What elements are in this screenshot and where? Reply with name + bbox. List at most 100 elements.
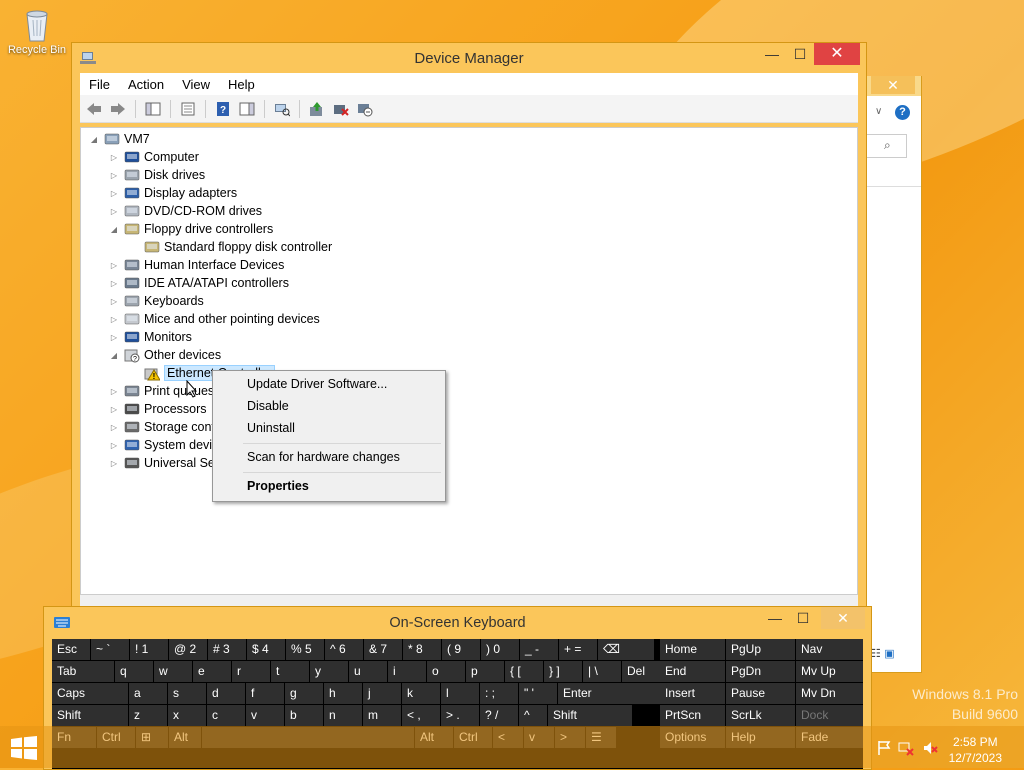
collapsed-arrow-icon[interactable]: ▷ bbox=[109, 333, 119, 342]
tree-node[interactable]: ◢? Other devices bbox=[109, 346, 221, 364]
menu-action[interactable]: Action bbox=[119, 77, 173, 92]
collapsed-arrow-icon[interactable]: ▷ bbox=[109, 261, 119, 270]
background-close-icon[interactable]: ✕ bbox=[871, 76, 915, 94]
device-manager-window[interactable]: Device Manager — ☐ ✕ File Action View He… bbox=[71, 42, 867, 614]
tree-node[interactable]: ▷ Mice and other pointing devices bbox=[109, 310, 320, 328]
menu-item-properties[interactable]: Properties bbox=[247, 479, 309, 493]
action-center-flag-icon[interactable] bbox=[876, 740, 892, 756]
osk-key[interactable]: d bbox=[207, 683, 245, 704]
osk-key[interactable]: s bbox=[168, 683, 206, 704]
osk-key[interactable]: a bbox=[129, 683, 167, 704]
tree-node[interactable]: ▷ DVD/CD-ROM drives bbox=[109, 202, 262, 220]
collapsed-arrow-icon[interactable]: ▷ bbox=[109, 207, 119, 216]
menu-view[interactable]: View bbox=[173, 77, 219, 92]
collapsed-arrow-icon[interactable]: ▷ bbox=[109, 441, 119, 450]
help-icon[interactable]: ? bbox=[895, 105, 910, 120]
osk-nav-key[interactable]: Dock bbox=[796, 705, 863, 726]
osk-key[interactable]: " ' bbox=[519, 683, 557, 704]
collapsed-arrow-icon[interactable]: ▷ bbox=[109, 387, 119, 396]
osk-key[interactable]: % 5 bbox=[286, 639, 324, 660]
chevron-down-icon[interactable]: ∨ bbox=[875, 106, 882, 117]
osk-key[interactable]: n bbox=[324, 705, 362, 726]
expanded-arrow-icon[interactable]: ◢ bbox=[109, 351, 119, 360]
osk-key[interactable]: ! 1 bbox=[130, 639, 168, 660]
osk-key[interactable]: y bbox=[310, 661, 348, 682]
osk-key[interactable]: e bbox=[193, 661, 231, 682]
action-pane-button[interactable] bbox=[237, 99, 257, 119]
tree-node[interactable]: ▷ IDE ATA/ATAPI controllers bbox=[109, 274, 289, 292]
osk-key[interactable]: i bbox=[388, 661, 426, 682]
view-toggle-icons[interactable]: ☷ ▣ bbox=[871, 646, 895, 660]
osk-key[interactable]: h bbox=[324, 683, 362, 704]
collapsed-arrow-icon[interactable]: ▷ bbox=[109, 315, 119, 324]
osk-key[interactable]: * 8 bbox=[403, 639, 441, 660]
scan-hardware-button[interactable] bbox=[272, 99, 292, 119]
device-tree-pane[interactable]: ◢ VM7 ▷ Computer ▷ Disk drives ▷ Display adapte… bbox=[80, 127, 858, 595]
back-button[interactable] bbox=[84, 99, 104, 119]
tree-node[interactable]: ◢ VM7 bbox=[89, 130, 150, 148]
osk-key[interactable]: t bbox=[271, 661, 309, 682]
tree-node[interactable]: ▷ Display adapters bbox=[109, 184, 237, 202]
collapsed-arrow-icon[interactable]: ▷ bbox=[109, 279, 119, 288]
tree-node[interactable]: ▷ Print queues bbox=[109, 382, 214, 400]
show-hide-console-tree-button[interactable] bbox=[143, 99, 163, 119]
start-button[interactable] bbox=[10, 736, 38, 760]
osk-key[interactable]: ⌫ bbox=[598, 639, 654, 660]
tree-node[interactable]: ▷ Human Interface Devices bbox=[109, 256, 284, 274]
collapsed-arrow-icon[interactable]: ▷ bbox=[109, 423, 119, 432]
tree-node[interactable]: ▷ Computer bbox=[109, 148, 199, 166]
osk-key[interactable]: Del bbox=[622, 661, 662, 682]
osk-key[interactable]: v bbox=[246, 705, 284, 726]
tree-node[interactable]: ◢ Floppy drive controllers bbox=[109, 220, 273, 238]
osk-key[interactable]: ? / bbox=[480, 705, 518, 726]
uninstall-device-button[interactable] bbox=[331, 99, 351, 119]
osk-nav-key[interactable]: ScrLk bbox=[726, 705, 795, 726]
osk-key[interactable]: p bbox=[466, 661, 504, 682]
osk-key[interactable]: Caps bbox=[52, 683, 128, 704]
menu-item-scan-hardware[interactable]: Scan for hardware changes bbox=[247, 450, 400, 464]
osk-key[interactable]: j bbox=[363, 683, 401, 704]
osk-nav-key[interactable]: Mv Up bbox=[796, 661, 863, 682]
osk-key[interactable]: m bbox=[363, 705, 401, 726]
osk-key[interactable]: c bbox=[207, 705, 245, 726]
osk-key[interactable]: l bbox=[441, 683, 479, 704]
osk-key[interactable]: @ 2 bbox=[169, 639, 207, 660]
osk-key[interactable]: Shift bbox=[52, 705, 128, 726]
properties-button[interactable] bbox=[178, 99, 198, 119]
osk-key[interactable]: } ] bbox=[544, 661, 582, 682]
osk-key[interactable]: # 3 bbox=[208, 639, 246, 660]
osk-key[interactable]: b bbox=[285, 705, 323, 726]
osk-key[interactable]: | \ bbox=[583, 661, 621, 682]
osk-key[interactable]: q bbox=[115, 661, 153, 682]
device-manager-titlebar[interactable]: Device Manager — ☐ ✕ bbox=[72, 43, 866, 73]
forward-button[interactable] bbox=[108, 99, 128, 119]
background-window[interactable]: ✕ ∨ ? ⌕ ☷ ▣ bbox=[862, 76, 922, 673]
expanded-arrow-icon[interactable]: ◢ bbox=[109, 225, 119, 234]
volume-muted-icon[interactable] bbox=[922, 740, 938, 756]
enable-device-button[interactable] bbox=[355, 99, 375, 119]
osk-key[interactable]: ~ ` bbox=[91, 639, 129, 660]
osk-nav-key[interactable]: Pause bbox=[726, 683, 795, 704]
osk-key[interactable]: { [ bbox=[505, 661, 543, 682]
collapsed-arrow-icon[interactable]: ▷ bbox=[109, 459, 119, 468]
osk-nav-key[interactable]: PgDn bbox=[726, 661, 795, 682]
osk-key[interactable]: k bbox=[402, 683, 440, 704]
menu-file[interactable]: File bbox=[80, 77, 119, 92]
osk-key[interactable]: Enter bbox=[558, 683, 662, 704]
osk-key[interactable]: Esc bbox=[52, 639, 90, 660]
osk-key[interactable]: u bbox=[349, 661, 387, 682]
collapsed-arrow-icon[interactable]: ▷ bbox=[109, 153, 119, 162]
osk-key[interactable]: ) 0 bbox=[481, 639, 519, 660]
osk-key[interactable]: f bbox=[246, 683, 284, 704]
collapsed-arrow-icon[interactable]: ▷ bbox=[109, 171, 119, 180]
help-button[interactable]: ? bbox=[213, 99, 233, 119]
collapsed-arrow-icon[interactable]: ▷ bbox=[109, 189, 119, 198]
tree-node[interactable]: ▷ Processors bbox=[109, 400, 207, 418]
osk-key[interactable]: > . bbox=[441, 705, 479, 726]
osk-key[interactable]: x bbox=[168, 705, 206, 726]
collapsed-arrow-icon[interactable]: ▷ bbox=[109, 405, 119, 414]
minimize-button[interactable]: — bbox=[758, 43, 786, 65]
osk-key[interactable]: Tab bbox=[52, 661, 114, 682]
collapsed-arrow-icon[interactable]: ▷ bbox=[109, 297, 119, 306]
osk-key[interactable]: r bbox=[232, 661, 270, 682]
